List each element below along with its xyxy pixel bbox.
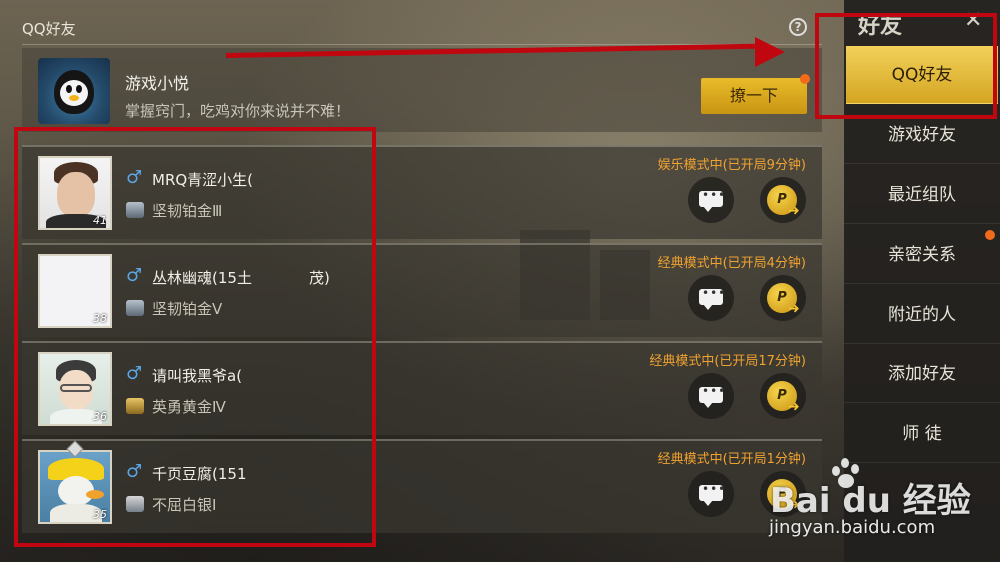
annotation-arrow-head [755,37,785,67]
poke-button[interactable]: 撩一下 [701,78,807,114]
assistant-card: 游戏小悦 掌握窍门，吃鸡对你来说并不难！ 撩一下 [22,48,822,132]
assistant-message: 掌握窍门，吃鸡对你来说并不难！ [125,102,351,120]
watermark-url: jingyan.baidu.com [769,517,936,538]
chat-button[interactable] [688,177,734,223]
sidebar-item-mentor[interactable]: 师 徒 [844,405,1000,463]
assistant-avatar[interactable] [38,58,110,124]
annotation-box-qq-tab [815,13,997,119]
page-title: QQ好友 [22,20,76,38]
chat-button[interactable] [688,471,734,517]
watermark-logo: Bai du 经验 [770,481,971,521]
sidebar-item-nearby[interactable]: 附近的人 [844,286,1000,344]
sidebar-item-intimate[interactable]: 亲密关系 [844,226,1000,284]
game-status: 经典模式中(已开局1分钟) [657,452,806,467]
help-icon[interactable]: ? [789,18,807,36]
chat-button[interactable] [688,373,734,419]
game-status: 经典模式中(已开局4分钟) [657,256,806,271]
assistant-name: 游戏小悦 [125,74,190,93]
sidebar-item-add-friend[interactable]: 添加好友 [844,345,1000,403]
invite-button[interactable]: P ➜ [760,373,806,419]
game-status: 经典模式中(已开局17分钟) [649,354,806,369]
invite-button[interactable]: P ➜ [760,177,806,223]
invite-button[interactable]: P ➜ [760,275,806,321]
notification-dot [985,230,995,240]
chat-button[interactable] [688,275,734,321]
notification-dot [800,74,810,84]
game-status: 娱乐模式中(已开局9分钟) [657,158,806,173]
annotation-box-friend-list [14,127,376,547]
sidebar-item-recent-team[interactable]: 最近组队 [844,166,1000,224]
